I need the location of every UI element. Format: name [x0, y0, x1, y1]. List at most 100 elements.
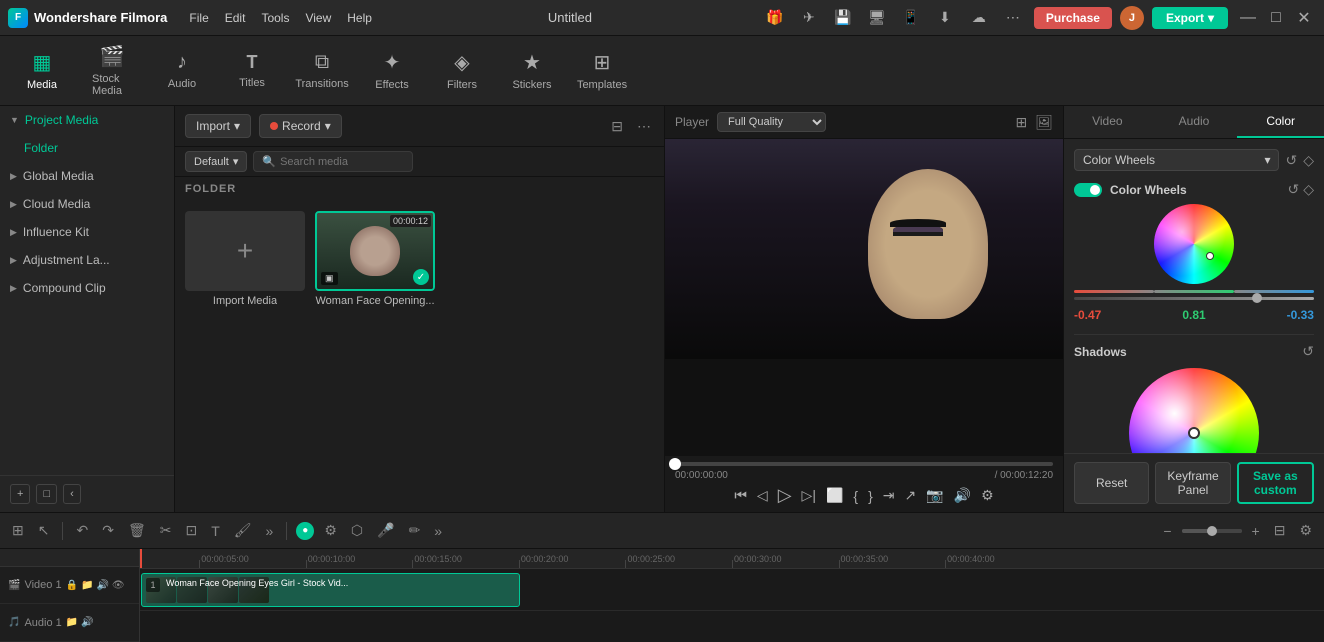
tab-stickers[interactable]: ★ Stickers	[500, 44, 564, 97]
mark-out-button[interactable]: }	[868, 488, 873, 504]
volume-button[interactable]: 🔊	[954, 487, 971, 504]
add-to-timeline-button[interactable]: ↗	[905, 487, 917, 504]
video-clip[interactable]: 1 Woman Face Opening Eyes Girl - Stock V…	[141, 573, 520, 607]
keyframe-panel-button[interactable]: Keyframe Panel	[1155, 462, 1230, 504]
filter-icon[interactable]: ⊟	[608, 115, 626, 138]
tab-stock-media[interactable]: 🎬 Stock Media	[80, 38, 144, 103]
highlights-color-wheel[interactable]	[1154, 204, 1234, 284]
default-sort-button[interactable]: Default ▾	[185, 151, 247, 172]
maximize-button[interactable]: □	[1264, 6, 1288, 30]
timeline-plus-button[interactable]: +	[1248, 521, 1264, 541]
sidebar-item-cloud-media[interactable]: ▶ Cloud Media	[0, 190, 174, 218]
new-folder-button[interactable]: □	[36, 484, 57, 504]
sidebar-item-project-media[interactable]: ▼ Project Media	[0, 106, 174, 134]
prev-frame-button[interactable]: ◁	[757, 487, 768, 504]
video-volume-icon[interactable]: 🔊	[96, 580, 108, 591]
close-button[interactable]: ✕	[1292, 6, 1316, 30]
reset-button[interactable]: Reset	[1074, 462, 1149, 504]
highlights-slider-thumb[interactable]	[1252, 293, 1262, 303]
progress-bar[interactable]	[675, 462, 1053, 466]
timeline-undo-button[interactable]: ⊞	[8, 520, 28, 541]
sidebar-item-compound-clip[interactable]: ▶ Compound Clip	[0, 274, 174, 302]
export-button[interactable]: Export ▾	[1152, 7, 1228, 29]
tab-templates[interactable]: ⊞ Templates	[570, 44, 634, 97]
timeline-green-button[interactable]: ●	[296, 522, 314, 540]
timeline-paint-button[interactable]: 🖌	[230, 520, 256, 541]
timeline-pointer-button[interactable]: ↖	[34, 520, 54, 541]
settings-player-button[interactable]: ⚙	[981, 487, 994, 504]
timeline-layer-button[interactable]: ⬡	[347, 520, 367, 541]
add-folder-button[interactable]: +	[10, 484, 30, 504]
photo-view-button[interactable]: 🖼	[1035, 114, 1053, 131]
tab-media[interactable]: ▦ Media	[10, 44, 74, 97]
timeline-edit2-button[interactable]: ✏	[405, 520, 425, 541]
tab-color[interactable]: Color	[1237, 106, 1324, 138]
menu-tools[interactable]: Tools	[255, 9, 295, 27]
sidebar-item-adjustment[interactable]: ▶ Adjustment La...	[0, 246, 174, 274]
zoom-thumb[interactable]	[1182, 529, 1242, 533]
highlights-reset-button[interactable]: ↺	[1287, 181, 1299, 198]
audio-volume-icon[interactable]: 🔊	[81, 617, 93, 628]
toggle-switch[interactable]	[1074, 183, 1102, 197]
save-as-custom-button[interactable]: Save as custom	[1237, 462, 1314, 504]
video-lock-icon[interactable]: 🔒	[66, 580, 78, 591]
import-media-item[interactable]: + Import Media	[185, 211, 305, 307]
highlights-diamond-button[interactable]: ◇	[1303, 181, 1314, 198]
avatar[interactable]: J	[1120, 6, 1144, 30]
grid-view-button[interactable]: ⊞	[1015, 114, 1027, 131]
timeline-gear-button[interactable]: ⚙	[320, 520, 341, 541]
timeline-mic-button[interactable]: 🎤	[373, 520, 398, 541]
audio-folder-icon[interactable]: 📁	[66, 617, 78, 628]
tab-audio[interactable]: Audio	[1151, 106, 1238, 138]
timeline-redo-button[interactable]: ↷	[98, 520, 118, 541]
progress-thumb[interactable]	[669, 458, 681, 470]
sidebar-item-folder[interactable]: Folder	[0, 134, 174, 162]
menu-help[interactable]: Help	[341, 9, 378, 27]
gift-icon[interactable]: 🎁	[762, 5, 788, 31]
shadows-color-wheel[interactable]	[1129, 368, 1259, 453]
tab-filters[interactable]: ◈ Filters	[430, 44, 494, 97]
timeline-undo2-button[interactable]: ↶	[72, 520, 92, 541]
color-wheels-dropdown[interactable]: Color Wheels ▾	[1074, 149, 1279, 171]
video-eye-icon[interactable]: 👁	[112, 580, 125, 591]
timeline-grid-button[interactable]: ⊟	[1270, 520, 1290, 541]
tab-effects[interactable]: ✦ Effects	[360, 44, 424, 97]
next-frame-button[interactable]: ▷|	[802, 487, 816, 504]
timeline-more2-button[interactable]: »	[430, 521, 446, 541]
phone-icon[interactable]: 📱	[898, 5, 924, 31]
insert-button[interactable]: ⇥	[883, 487, 895, 504]
save-cloud-icon[interactable]: 💾	[830, 5, 856, 31]
play-button[interactable]: ▷	[778, 485, 792, 506]
zoom-slider[interactable]	[1182, 529, 1242, 533]
skip-back-button[interactable]: ⏮	[734, 487, 747, 504]
sidebar-item-influence-kit[interactable]: ▶ Influence Kit	[0, 218, 174, 246]
timeline-text-button[interactable]: T	[207, 521, 224, 541]
tab-video[interactable]: Video	[1064, 106, 1151, 138]
search-input[interactable]	[280, 156, 400, 168]
timeline-cut-button[interactable]: ✂	[156, 520, 176, 541]
reset-wheel-button[interactable]: ↺	[1285, 152, 1297, 169]
menu-view[interactable]: View	[299, 9, 337, 27]
collapse-panel-button[interactable]: ‹	[63, 484, 81, 504]
diamond-button[interactable]: ◇	[1303, 152, 1314, 169]
video-folder-icon[interactable]: 📁	[81, 580, 93, 591]
monitor-icon[interactable]: 🖥	[864, 5, 890, 31]
share-icon[interactable]: ✈	[796, 5, 822, 31]
grid-icon[interactable]: ⋯	[1000, 5, 1026, 31]
record-button[interactable]: Record ▾	[259, 114, 342, 138]
highlights-slider[interactable]	[1074, 297, 1314, 300]
download-icon[interactable]: ⬇	[932, 5, 958, 31]
timeline-settings-button[interactable]: ⚙	[1295, 520, 1316, 541]
shadows-reset-button[interactable]: ↺	[1302, 343, 1314, 360]
import-button[interactable]: Import ▾	[185, 114, 251, 138]
purchase-button[interactable]: Purchase	[1034, 7, 1112, 29]
timeline-minus-button[interactable]: −	[1159, 521, 1175, 541]
tab-audio[interactable]: ♪ Audio	[150, 45, 214, 96]
tab-titles[interactable]: T Titles	[220, 46, 284, 95]
sidebar-item-global-media[interactable]: ▶ Global Media	[0, 162, 174, 190]
timeline-more-button[interactable]: »	[262, 521, 278, 541]
minimize-button[interactable]: —	[1236, 6, 1260, 30]
more-options-icon[interactable]: ⋯	[634, 115, 654, 138]
fullscreen-button[interactable]: ⬜	[826, 487, 843, 504]
mark-in-button[interactable]: {	[853, 488, 858, 504]
